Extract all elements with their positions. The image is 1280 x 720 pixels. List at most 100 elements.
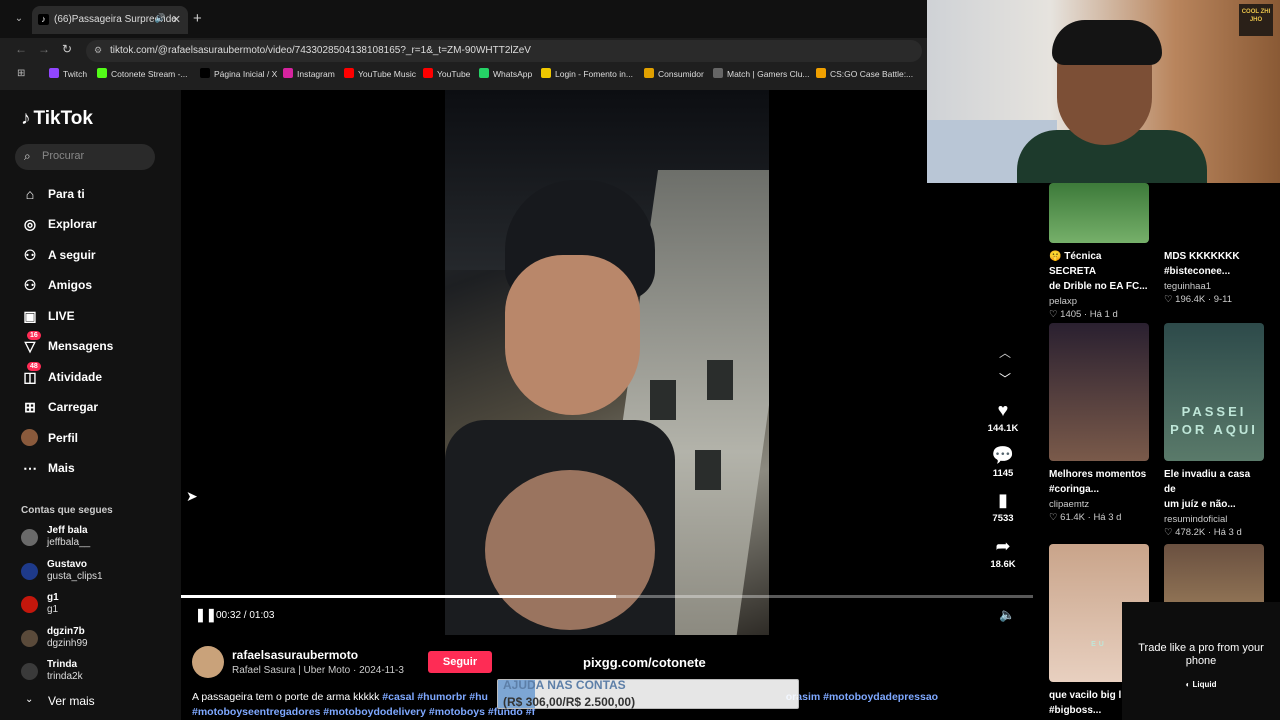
address-bar[interactable]: ⚙ tiktok.com/@rafaelsasuraubermoto/video… <box>86 40 922 62</box>
followed-account[interactable]: Jeff bala jeffbala__ <box>21 525 171 551</box>
followed-account[interactable]: g1 g1 <box>21 592 171 618</box>
tab-active[interactable]: ♪ (66)Passageira Surpreende 🔊 ✕ <box>32 6 188 34</box>
video-meta: ♡ 1405 · Há 1 d <box>1049 309 1118 320</box>
author-name[interactable]: rafaelsasuraubermoto <box>232 648 358 662</box>
apps-grid-icon[interactable]: ⊞ <box>17 68 25 79</box>
account-name: Gustavo <box>47 559 88 570</box>
bookmark-item[interactable]: Cotonete Stream -... <box>97 68 188 79</box>
chevron-down-nav-icon[interactable]: ﹀ <box>999 370 1011 387</box>
speaker-icon[interactable]: 🔊 <box>155 13 166 24</box>
comment-count: 1145 <box>992 468 1014 479</box>
video-author[interactable]: teguinhaa1 <box>1164 281 1264 292</box>
chevron-down-icon: ⌄ <box>25 694 34 705</box>
bookmark-item[interactable]: CS:GO Case Battle:... <box>816 68 913 79</box>
video-thumbnail[interactable] <box>1164 183 1264 243</box>
time-display: 00:32 / 01:03 <box>216 610 275 621</box>
hashtag-link[interactable]: #motoboydadepressao <box>823 691 938 703</box>
video-title-line-1: MDS KKKKKKK <box>1164 251 1240 262</box>
bookmark-item[interactable]: Login - Fomento in... <box>541 68 633 79</box>
followed-account[interactable]: Gustavo gusta_clips1 <box>21 559 171 585</box>
video-author[interactable]: pelaxp <box>1049 296 1149 307</box>
ad-brand: ◐ Liquid <box>1185 680 1217 689</box>
sidebar-item-mais[interactable]: ⋯ Mais <box>21 457 171 479</box>
follow-button[interactable]: Seguir <box>428 651 492 673</box>
reload-icon[interactable]: ↻ <box>62 42 72 56</box>
sidebar-item-mensagens[interactable]: ▽ 16 Mensagens <box>21 331 171 357</box>
bookmark-item[interactable]: Página Inicial / X <box>200 68 277 79</box>
bookmark-item[interactable]: Match | Gamers Clu... <box>713 68 810 79</box>
sidebar-item-perfil[interactable]: Perfil <box>21 427 171 449</box>
recommended-video-card[interactable]: 🤫 Técnica SECRETA de Drible no EA FC... pe… <box>1049 183 1149 320</box>
hashtag-link[interactable]: #motoboyseentregadores <box>192 706 320 718</box>
ad-banner[interactable]: Trade like a pro from your phone ◐ Liqui… <box>1122 602 1280 720</box>
followed-account[interactable]: dgzin7b dgzinh99 <box>21 626 171 652</box>
hashtag-link[interactable]: #motoboydodelivery <box>323 706 426 718</box>
video-meta: ♡ 196.4K · 9-11 <box>1164 294 1233 305</box>
search-input[interactable]: ⌕ Procurar <box>15 144 155 170</box>
upload-icon: ⊞ <box>24 399 36 415</box>
hashtag-link[interactable]: #casal <box>382 691 414 703</box>
bookmark-item[interactable]: YouTube Music <box>344 68 416 79</box>
video-player[interactable]: ❚❚ 00:32 / 01:03 🔈 ︿ ﹀ ♥ 144.1K 💬 1145 ▮… <box>181 90 1033 635</box>
comment-button[interactable]: 💬 1145 <box>985 445 1021 479</box>
tiktok-logo[interactable]: ♪ TikTok <box>21 108 93 130</box>
sidebar-item-explorar[interactable]: ◎ Explorar <box>21 213 171 235</box>
bookmark-label: Página Inicial / X <box>214 69 278 79</box>
volume-icon[interactable]: 🔈 <box>999 607 1015 623</box>
share-button[interactable]: ➦ 18.6K <box>985 536 1021 570</box>
close-tab-icon[interactable]: ✕ <box>172 13 181 26</box>
bookmark-item[interactable]: YouTube <box>423 68 470 79</box>
recommended-video-card[interactable]: PASSEI POR AQUI Ele invadiu a casa de um j… <box>1164 323 1264 538</box>
recommended-video-card[interactable]: Melhores momentos #coringa... clipaemtz ♡ 6… <box>1049 323 1149 523</box>
bookmark-label: YouTube <box>437 69 471 79</box>
pause-icon[interactable]: ❚❚ <box>195 607 217 623</box>
forward-icon[interactable]: → <box>38 42 50 56</box>
back-icon[interactable]: ← <box>15 42 27 56</box>
progress-bar[interactable] <box>181 595 1033 598</box>
notification-badge: 16 <box>27 331 41 340</box>
author-avatar[interactable] <box>192 646 224 678</box>
hashtag-link[interactable]: #motoboys <box>429 706 485 718</box>
sidebar-item-para-ti[interactable]: ⌂ Para ti <box>21 183 171 205</box>
tab-search-icon[interactable]: ⌄ <box>10 10 28 28</box>
like-button[interactable]: ♥ 144.1K <box>985 400 1021 434</box>
author-subtitle: Rafael Sasura | Uber Moto · 2024-11-3 <box>232 665 404 676</box>
chevron-up-icon[interactable]: ︿ <box>999 344 1011 361</box>
video-thumbnail[interactable] <box>1049 323 1149 461</box>
video-title-line-1: Ele invadiu a casa de <box>1164 469 1251 495</box>
mouse-cursor-icon: ➤ <box>186 488 198 504</box>
followed-account[interactable]: Trinda trinda2k <box>21 659 171 685</box>
video-author[interactable]: resumindoficial <box>1164 514 1264 525</box>
recommended-video-card[interactable]: MDS KKKKKKK #bisteconee... teguinhaa1 ♡ 196… <box>1164 183 1264 305</box>
video-frame[interactable] <box>445 90 769 635</box>
sidebar-item-live[interactable]: ▣ LIVE <box>21 305 171 327</box>
bookmark-item[interactable]: Consumidor <box>644 68 704 79</box>
new-tab-button[interactable]: + <box>193 10 202 28</box>
sidebar-item-atividade[interactable]: ◫ 48 Atividade <box>21 362 171 388</box>
sidebar: ♪ TikTok ⌕ Procurar ⌂ Para ti ◎ Explorar ⚇ A s… <box>0 90 181 720</box>
video-thumbnail[interactable]: PASSEI POR AQUI <box>1164 323 1264 461</box>
site-info-icon[interactable]: ⚙ <box>94 45 102 56</box>
bookmark-label: YouTube Music <box>358 69 416 79</box>
bookmark-item[interactable]: Twitch <box>49 68 87 79</box>
bookmark-item[interactable]: WhatsApp <box>479 68 532 79</box>
home-icon: ⌂ <box>25 186 35 202</box>
bookmark-item[interactable]: Instagram <box>283 68 335 79</box>
bookmark-label: Instagram <box>297 69 335 79</box>
share-count: 18.6K <box>990 559 1016 570</box>
sidebar-item-carregar[interactable]: ⊞ Carregar <box>21 396 171 418</box>
bookmark-label: Twitch <box>63 69 88 79</box>
sidebar-item-a-seguir[interactable]: ⚇ A seguir <box>21 244 171 266</box>
url-text: tiktok.com/@rafaelsasuraubermoto/video/7… <box>110 45 531 56</box>
sidebar-item-amigos[interactable]: ⚇ Amigos <box>21 274 171 296</box>
video-thumbnail[interactable] <box>1049 183 1149 243</box>
video-author[interactable]: clipaemtz <box>1049 499 1149 510</box>
hashtag-link[interactable]: #humorbr <box>417 691 466 703</box>
pix-overlay: pixgg.com/cotonete <box>583 655 706 670</box>
hashtag-link[interactable]: #hu <box>469 691 488 703</box>
thumbnail-text: PASSEI POR AQUI <box>1170 404 1258 437</box>
save-button[interactable]: ▮ 7533 <box>985 490 1021 524</box>
bookmark-favicon-icon <box>816 68 826 78</box>
sidebar-item-label: Perfil <box>48 431 79 445</box>
hand-image <box>485 470 655 630</box>
